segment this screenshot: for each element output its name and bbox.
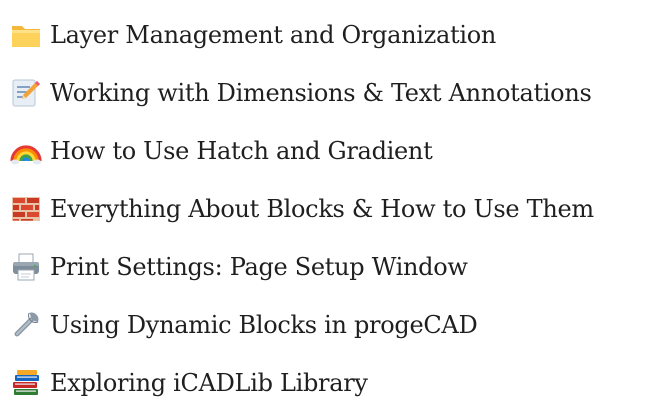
list-item: Print Settings: Page Setup Window [10,238,650,296]
list-item: Exploring iCADLib Library [10,354,650,412]
folder-icon [10,19,42,51]
wrench-icon [10,309,42,341]
list-item: Everything About Blocks & How to Use The… [10,180,650,238]
rainbow-icon [10,135,42,167]
brick-icon [10,193,42,225]
list-item: Using Dynamic Blocks in progeCAD [10,296,650,354]
topic-label: Layer Management and Organization [50,21,497,49]
printer-icon [10,251,42,283]
topic-label: Exploring iCADLib Library [50,369,368,397]
books-icon [10,367,42,399]
topic-label: Using Dynamic Blocks in progeCAD [50,311,478,339]
list-item: Layer Management and Organization [10,6,650,64]
memo-pencil-icon [10,77,42,109]
topic-label: Print Settings: Page Setup Window [50,253,468,281]
topic-list: Layer Management and Organization Workin… [10,6,650,412]
list-item: How to Use Hatch and Gradient [10,122,650,180]
list-item: Working with Dimensions & Text Annotatio… [10,64,650,122]
topic-label: How to Use Hatch and Gradient [50,137,433,165]
topic-label: Working with Dimensions & Text Annotatio… [50,79,592,107]
topic-label: Everything About Blocks & How to Use The… [50,195,594,223]
